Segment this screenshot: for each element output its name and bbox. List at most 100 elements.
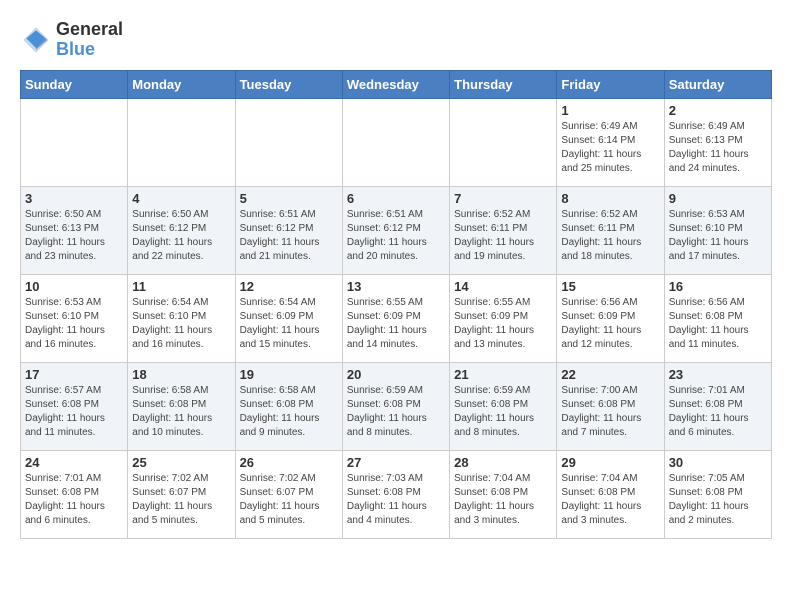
day-info: Sunrise: 6:50 AM Sunset: 6:12 PM Dayligh… [132, 208, 230, 264]
day-info: Sunrise: 6:55 AM Sunset: 6:09 PM Dayligh… [454, 296, 552, 352]
day-info: Sunrise: 6:53 AM Sunset: 6:10 PM Dayligh… [669, 208, 767, 264]
day-info: Sunrise: 7:04 AM Sunset: 6:08 PM Dayligh… [561, 472, 659, 528]
calendar-cell: 27 Sunrise: 7:03 AM Sunset: 6:08 PM Dayli… [342, 450, 449, 538]
page-header: General Blue [20, 20, 772, 60]
day-info: Sunrise: 6:59 AM Sunset: 6:08 PM Dayligh… [454, 384, 552, 440]
weekday-header-saturday: Saturday [664, 70, 771, 98]
day-number: 15 [561, 279, 659, 294]
calendar-week-2: 3 Sunrise: 6:50 AM Sunset: 6:13 PM Daylig… [21, 186, 772, 274]
day-number: 11 [132, 279, 230, 294]
calendar-cell: 18 Sunrise: 6:58 AM Sunset: 6:08 PM Dayli… [128, 362, 235, 450]
day-number: 26 [240, 455, 338, 470]
day-info: Sunrise: 6:55 AM Sunset: 6:09 PM Dayligh… [347, 296, 445, 352]
calendar-cell: 14 Sunrise: 6:55 AM Sunset: 6:09 PM Dayli… [450, 274, 557, 362]
calendar-cell: 24 Sunrise: 7:01 AM Sunset: 6:08 PM Dayli… [21, 450, 128, 538]
day-info: Sunrise: 6:52 AM Sunset: 6:11 PM Dayligh… [561, 208, 659, 264]
day-number: 5 [240, 191, 338, 206]
day-number: 22 [561, 367, 659, 382]
calendar-cell: 29Sunrise: 7:04 AM Sunset: 6:08 PM Dayli… [557, 450, 664, 538]
calendar-week-3: 10 Sunrise: 6:53 AM Sunset: 6:10 PM Dayli… [21, 274, 772, 362]
day-info: Sunrise: 6:56 AM Sunset: 6:08 PM Dayligh… [669, 296, 767, 352]
calendar-cell: 8 Sunrise: 6:52 AM Sunset: 6:11 PM Daylig… [557, 186, 664, 274]
calendar-cell: 6Sunrise: 6:51 AM Sunset: 6:12 PM Daylig… [342, 186, 449, 274]
weekday-header-thursday: Thursday [450, 70, 557, 98]
day-info: Sunrise: 7:05 AM Sunset: 6:08 PM Dayligh… [669, 472, 767, 528]
calendar-cell: 9 Sunrise: 6:53 AM Sunset: 6:10 PM Daylig… [664, 186, 771, 274]
day-info: Sunrise: 6:49 AM Sunset: 6:13 PM Dayligh… [669, 120, 767, 176]
day-info: Sunrise: 7:03 AM Sunset: 6:08 PM Dayligh… [347, 472, 445, 528]
logo: General Blue [20, 20, 123, 60]
logo-blue: Blue [56, 40, 123, 60]
day-number: 28 [454, 455, 552, 470]
calendar-cell: 17 Sunrise: 6:57 AM Sunset: 6:08 PM Dayli… [21, 362, 128, 450]
calendar-cell: 20 Sunrise: 6:59 AM Sunset: 6:08 PM Dayli… [342, 362, 449, 450]
weekday-row: SundayMondayTuesdayWednesdayThursdayFrid… [21, 70, 772, 98]
calendar-cell: 7 Sunrise: 6:52 AM Sunset: 6:11 PM Daylig… [450, 186, 557, 274]
calendar-cell: 22 Sunrise: 7:00 AM Sunset: 6:08 PM Dayli… [557, 362, 664, 450]
calendar-cell [450, 98, 557, 186]
day-info: Sunrise: 7:04 AM Sunset: 6:08 PM Dayligh… [454, 472, 552, 528]
day-number: 13 [347, 279, 445, 294]
day-number: 4 [132, 191, 230, 206]
day-info: Sunrise: 6:58 AM Sunset: 6:08 PM Dayligh… [132, 384, 230, 440]
day-info: Sunrise: 6:57 AM Sunset: 6:08 PM Dayligh… [25, 384, 123, 440]
calendar-cell: 11 Sunrise: 6:54 AM Sunset: 6:10 PM Dayli… [128, 274, 235, 362]
day-number: 12 [240, 279, 338, 294]
calendar-cell [342, 98, 449, 186]
day-number: 30 [669, 455, 767, 470]
day-number: 10 [25, 279, 123, 294]
calendar-cell: 19Sunrise: 6:58 AM Sunset: 6:08 PM Dayli… [235, 362, 342, 450]
day-number: 20 [347, 367, 445, 382]
day-number: 24 [25, 455, 123, 470]
day-number: 18 [132, 367, 230, 382]
day-number: 21 [454, 367, 552, 382]
calendar-cell: 28 Sunrise: 7:04 AM Sunset: 6:08 PM Dayli… [450, 450, 557, 538]
weekday-header-friday: Friday [557, 70, 664, 98]
day-number: 16 [669, 279, 767, 294]
calendar-header: SundayMondayTuesdayWednesdayThursdayFrid… [21, 70, 772, 98]
calendar-cell [235, 98, 342, 186]
calendar-cell: 21 Sunrise: 6:59 AM Sunset: 6:08 PM Dayli… [450, 362, 557, 450]
calendar-cell: 13 Sunrise: 6:55 AM Sunset: 6:09 PM Dayli… [342, 274, 449, 362]
day-info: Sunrise: 6:52 AM Sunset: 6:11 PM Dayligh… [454, 208, 552, 264]
day-info: Sunrise: 6:56 AM Sunset: 6:09 PM Dayligh… [561, 296, 659, 352]
calendar-cell [21, 98, 128, 186]
calendar-cell: 25Sunrise: 7:02 AM Sunset: 6:07 PM Dayli… [128, 450, 235, 538]
day-number: 6 [347, 191, 445, 206]
calendar-cell: 1Sunrise: 6:49 AM Sunset: 6:14 PM Daylig… [557, 98, 664, 186]
day-info: Sunrise: 6:59 AM Sunset: 6:08 PM Dayligh… [347, 384, 445, 440]
day-info: Sunrise: 6:53 AM Sunset: 6:10 PM Dayligh… [25, 296, 123, 352]
day-number: 17 [25, 367, 123, 382]
calendar-cell: 3 Sunrise: 6:50 AM Sunset: 6:13 PM Daylig… [21, 186, 128, 274]
calendar-week-4: 17 Sunrise: 6:57 AM Sunset: 6:08 PM Dayli… [21, 362, 772, 450]
day-number: 7 [454, 191, 552, 206]
calendar-cell [128, 98, 235, 186]
day-info: Sunrise: 6:49 AM Sunset: 6:14 PM Dayligh… [561, 120, 659, 176]
calendar-cell: 4 Sunrise: 6:50 AM Sunset: 6:12 PM Daylig… [128, 186, 235, 274]
day-info: Sunrise: 6:54 AM Sunset: 6:10 PM Dayligh… [132, 296, 230, 352]
day-info: Sunrise: 7:02 AM Sunset: 6:07 PM Dayligh… [240, 472, 338, 528]
weekday-header-tuesday: Tuesday [235, 70, 342, 98]
day-number: 27 [347, 455, 445, 470]
calendar-cell: 10 Sunrise: 6:53 AM Sunset: 6:10 PM Dayli… [21, 274, 128, 362]
logo-general: General [56, 20, 123, 40]
day-number: 14 [454, 279, 552, 294]
calendar-cell: 30 Sunrise: 7:05 AM Sunset: 6:08 PM Dayli… [664, 450, 771, 538]
weekday-header-sunday: Sunday [21, 70, 128, 98]
calendar-table: SundayMondayTuesdayWednesdayThursdayFrid… [20, 70, 772, 539]
weekday-header-monday: Monday [128, 70, 235, 98]
weekday-header-wednesday: Wednesday [342, 70, 449, 98]
calendar-week-5: 24 Sunrise: 7:01 AM Sunset: 6:08 PM Dayli… [21, 450, 772, 538]
day-number: 9 [669, 191, 767, 206]
calendar-body: 1Sunrise: 6:49 AM Sunset: 6:14 PM Daylig… [21, 98, 772, 538]
calendar-cell: 26 Sunrise: 7:02 AM Sunset: 6:07 PM Dayli… [235, 450, 342, 538]
day-info: Sunrise: 7:00 AM Sunset: 6:08 PM Dayligh… [561, 384, 659, 440]
day-number: 3 [25, 191, 123, 206]
day-number: 8 [561, 191, 659, 206]
day-info: Sunrise: 6:50 AM Sunset: 6:13 PM Dayligh… [25, 208, 123, 264]
day-info: Sunrise: 6:58 AM Sunset: 6:08 PM Dayligh… [240, 384, 338, 440]
day-info: Sunrise: 7:01 AM Sunset: 6:08 PM Dayligh… [25, 472, 123, 528]
calendar-week-1: 1Sunrise: 6:49 AM Sunset: 6:14 PM Daylig… [21, 98, 772, 186]
day-number: 25 [132, 455, 230, 470]
calendar-cell: 5Sunrise: 6:51 AM Sunset: 6:12 PM Daylig… [235, 186, 342, 274]
